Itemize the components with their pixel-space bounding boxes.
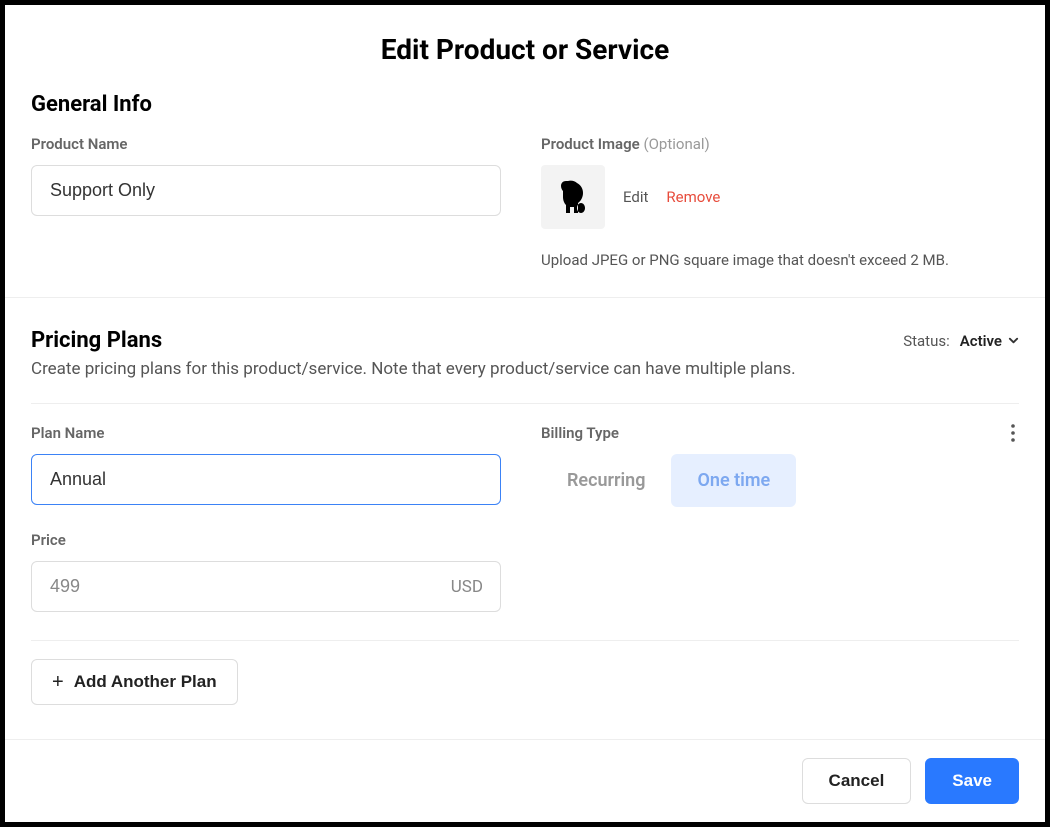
more-vertical-icon (1011, 424, 1015, 442)
status-value-text: Active (960, 332, 1002, 350)
save-button[interactable]: Save (925, 758, 1019, 804)
modal-header: Edit Product or Service (5, 5, 1045, 92)
plan-section: Plan Name Billing Type Recurring (31, 403, 1019, 705)
price-section: Price USD (31, 531, 1019, 612)
image-help-text: Upload JPEG or PNG square image that doe… (541, 251, 1019, 269)
product-image-row: Edit Remove (541, 165, 1019, 229)
billing-type-label: Billing Type (541, 424, 1019, 442)
billing-type-column: Billing Type Recurring One time (541, 424, 1019, 507)
plan-name-input[interactable] (31, 454, 501, 505)
product-image-label-text: Product Image (541, 135, 640, 153)
plan-name-label: Plan Name (31, 424, 501, 442)
product-image-thumbnail[interactable] (541, 165, 605, 229)
product-image-optional: (Optional) (643, 135, 709, 153)
pricing-description: Create pricing plans for this product/se… (31, 359, 1019, 379)
price-input[interactable] (31, 561, 501, 612)
product-image-label: Product Image (Optional) (541, 135, 1019, 153)
product-name-column: Product Name (31, 135, 501, 269)
pricing-header: Pricing Plans Status: Active (31, 298, 1019, 353)
plus-icon: + (52, 672, 64, 692)
plan-name-column: Plan Name (31, 424, 501, 507)
price-currency: USD (451, 577, 483, 597)
remove-image-link[interactable]: Remove (666, 188, 720, 206)
edit-image-link[interactable]: Edit (623, 188, 648, 206)
pricing-plans-title: Pricing Plans (31, 328, 162, 353)
modal-title: Edit Product or Service (5, 33, 1045, 66)
add-another-plan-button[interactable]: + Add Another Plan (31, 659, 238, 705)
add-plan-label: Add Another Plan (74, 672, 217, 692)
status-wrap: Status: Active (903, 332, 1019, 350)
cancel-button[interactable]: Cancel (802, 758, 912, 804)
edit-product-modal: Edit Product or Service General Info Pro… (0, 0, 1050, 827)
billing-type-toggle: Recurring One time (541, 454, 1019, 507)
product-name-label: Product Name (31, 135, 501, 153)
chevron-down-icon (1008, 335, 1019, 346)
plan-grid: Plan Name Billing Type Recurring (31, 424, 1019, 507)
price-input-wrap: USD (31, 561, 501, 612)
status-label: Status: (903, 332, 950, 350)
modal-footer: Cancel Save (5, 739, 1045, 822)
billing-recurring-option[interactable]: Recurring (541, 454, 671, 507)
plan-more-menu[interactable] (1007, 420, 1019, 450)
general-info-title: General Info (31, 92, 1019, 117)
price-label: Price (31, 531, 1019, 549)
billing-onetime-option[interactable]: One time (671, 454, 796, 507)
product-name-input[interactable] (31, 165, 501, 216)
general-info-grid: Product Name Product Image (Optional) Ed… (31, 135, 1019, 297)
pricing-plans-section: Pricing Plans Status: Active Create pric… (5, 298, 1045, 705)
add-plan-section: + Add Another Plan (31, 640, 1019, 705)
status-dropdown[interactable]: Active (960, 332, 1019, 350)
general-info-section: General Info Product Name Product Image … (5, 92, 1045, 297)
product-image-column: Product Image (Optional) Edit Remove Upl… (541, 135, 1019, 269)
gorilla-icon (551, 175, 595, 219)
